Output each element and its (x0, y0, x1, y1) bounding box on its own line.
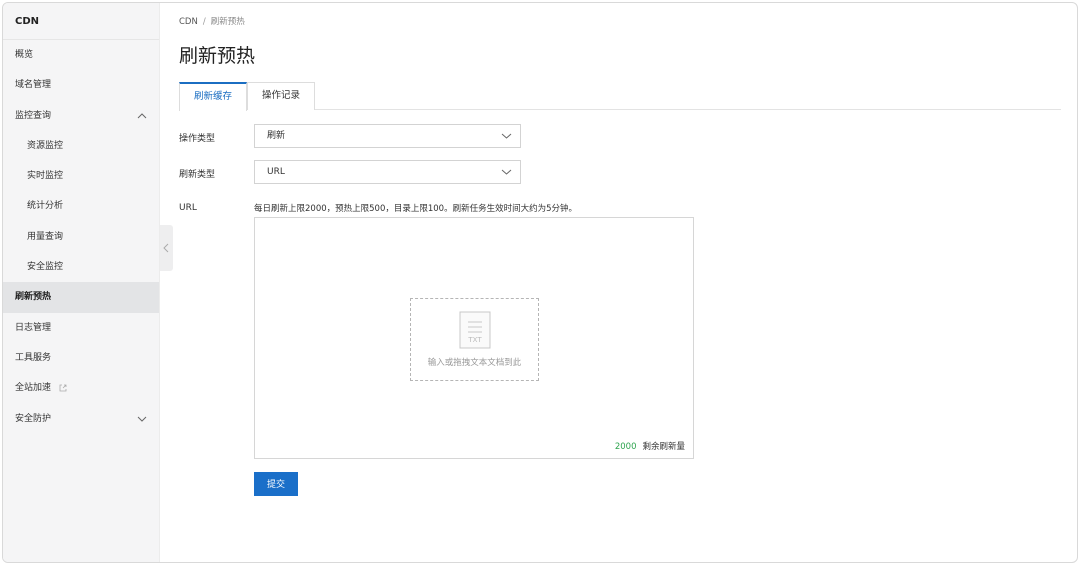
url-textarea[interactable]: TXT 输入或拖拽文本文档到此 2000 剩余刷新量 (254, 217, 694, 459)
tab-operation-records[interactable]: 操作记录 (247, 82, 315, 110)
sidebar-item-usage-query[interactable]: 用量查询 (3, 222, 159, 252)
refresh-limit-hint: 每日刷新上限2000，预热上限500，目录上限100。刷新任务生效时间大约为5分… (254, 204, 577, 214)
sidebar-item-label: 监控查询 (15, 110, 52, 121)
sidebar-item-label: 域名管理 (15, 80, 52, 91)
sidebar-item-tool-services[interactable]: 工具服务 (3, 343, 159, 373)
txt-icon-label: TXT (467, 336, 482, 344)
sidebar: CDN 概览 域名管理 监控查询 资源监控 实时监控 统计分析 用量查询 安全监… (3, 3, 160, 562)
sidebar-item-security-monitoring[interactable]: 安全监控 (3, 252, 159, 282)
sidebar-item-security-protection[interactable]: 安全防护 (3, 404, 159, 434)
txt-file-icon: TXT (459, 311, 491, 349)
sidebar-item-realtime-monitoring[interactable]: 实时监控 (3, 161, 159, 191)
refresh-type-label: 刷新类型 (179, 170, 216, 180)
app-window: CDN 概览 域名管理 监控查询 资源监控 实时监控 统计分析 用量查询 安全监… (2, 2, 1078, 563)
sidebar-item-label: 资源监控 (27, 140, 64, 151)
remaining-label: 剩余刷新量 (642, 442, 685, 452)
operation-type-select[interactable]: 刷新 (254, 124, 521, 148)
sidebar-item-domain-management[interactable]: 域名管理 (3, 70, 159, 100)
sidebar-item-label: 全站加速 (15, 383, 52, 394)
chevron-up-icon (137, 113, 147, 119)
submit-button[interactable]: 提交 (254, 472, 298, 496)
page-title: 刷新预热 (179, 45, 256, 67)
refresh-type-select[interactable]: URL (254, 160, 521, 184)
breadcrumb-root[interactable]: CDN (179, 17, 198, 27)
breadcrumb: CDN / 刷新预热 (179, 15, 245, 27)
drop-zone-label: 输入或拖拽文本文档到此 (427, 358, 522, 368)
sidebar-item-label: 统计分析 (27, 201, 64, 212)
sidebar-item-log-management[interactable]: 日志管理 (3, 313, 159, 343)
sidebar-item-overview[interactable]: 概览 (3, 40, 159, 70)
refresh-type-value: URL (267, 167, 285, 177)
sidebar-item-label: 工具服务 (15, 352, 52, 363)
chevron-down-icon (137, 416, 147, 422)
sidebar-item-resource-monitoring[interactable]: 资源监控 (3, 131, 159, 161)
sidebar-item-label: 刷新预热 (15, 292, 52, 303)
sidebar-title: CDN (3, 3, 159, 40)
breadcrumb-current: 刷新预热 (210, 17, 245, 27)
file-drop-zone[interactable]: TXT 输入或拖拽文本文档到此 (410, 298, 539, 381)
chevron-down-icon (501, 133, 512, 139)
url-label: URL (179, 203, 197, 213)
tab-refresh-cache[interactable]: 刷新缓存 (179, 82, 247, 111)
external-link-icon (59, 384, 67, 392)
operation-type-value: 刷新 (267, 131, 286, 141)
sidebar-item-full-site-acceleration[interactable]: 全站加速 (3, 373, 159, 403)
sidebar-item-label: 用量查询 (27, 231, 64, 242)
chevron-down-icon (501, 169, 512, 175)
tab-bar: 刷新缓存 操作记录 (179, 82, 1061, 111)
sidebar-item-refresh-preheat[interactable]: 刷新预热 (3, 282, 159, 313)
operation-type-label: 操作类型 (179, 134, 216, 144)
remaining-refresh-counter: 2000 剩余刷新量 (615, 440, 685, 452)
remaining-count: 2000 (614, 442, 637, 452)
sidebar-item-label: 实时监控 (27, 171, 64, 182)
sidebar-item-statistics[interactable]: 统计分析 (3, 191, 159, 221)
main-content: CDN / 刷新预热 刷新预热 刷新缓存 操作记录 操作类型 刷新 刷新类型 URL… (160, 3, 1077, 562)
sidebar-item-label: 安全监控 (27, 262, 64, 273)
sidebar-item-label: 概览 (15, 50, 34, 60)
breadcrumb-separator: / (202, 17, 206, 27)
sidebar-item-monitoring[interactable]: 监控查询 (3, 101, 159, 131)
sidebar-item-label: 日志管理 (15, 322, 52, 333)
sidebar-item-label: 安全防护 (15, 413, 52, 424)
